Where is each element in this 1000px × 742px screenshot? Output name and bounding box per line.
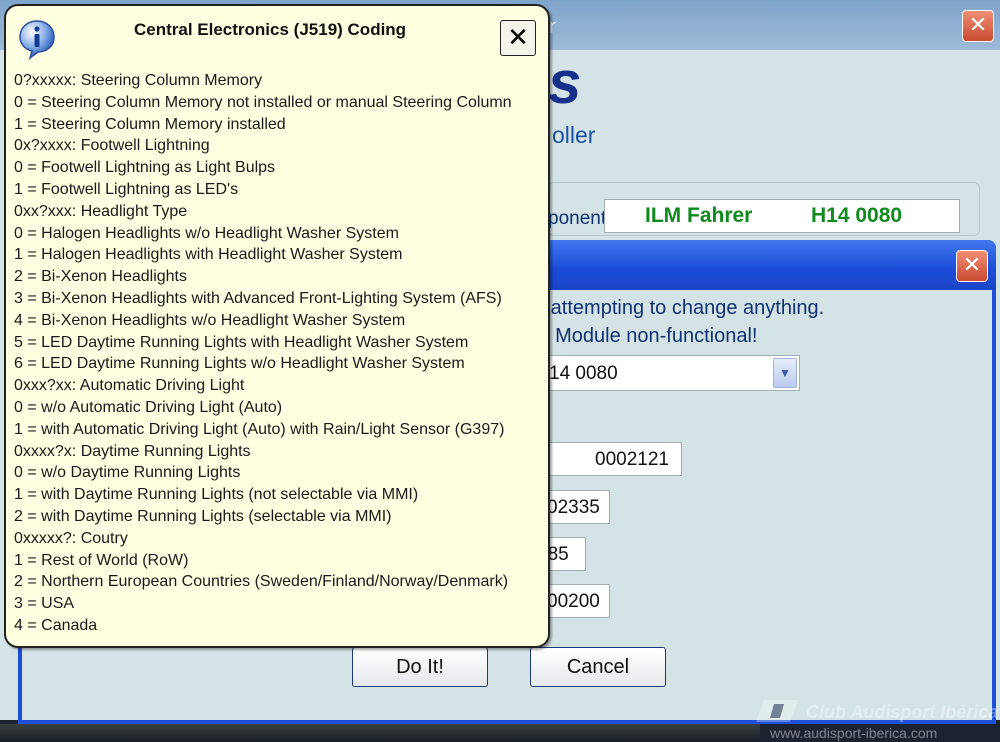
watermark-logo-icon (756, 700, 798, 722)
component-part-number: H14 0080 (811, 204, 903, 227)
tooltip-line: 0 = Halogen Headlights w/o Headlight Was… (14, 224, 399, 242)
main-close-button[interactable]: ✕ (962, 10, 994, 42)
tooltip-line: 4 = Canada (14, 616, 98, 634)
module-select[interactable]: 14 0080 ▼ (532, 355, 800, 391)
app-subtitle: oller (552, 122, 596, 148)
watermark-url: www.audisport-iberica.com (770, 725, 938, 741)
desktop-strip (0, 724, 760, 742)
tooltip-line: 1 = Halogen Headlights with Headlight Wa… (14, 246, 403, 264)
warning-text-line2: ol Module non-functional! (534, 325, 758, 347)
tooltip-line: 0 = Steering Column Memory not installed… (14, 93, 512, 111)
tooltip-line: 2 = with Daytime Running Lights (selecta… (14, 507, 392, 525)
tooltip-line: 0x?xxxx: Footwell Lightning (14, 137, 210, 155)
tooltip-lines: 0?xxxxx: Steering Column Memory 0 = Steer… (14, 70, 512, 637)
warning-text-line1: e attempting to change anything. (534, 297, 825, 319)
tooltip-close-button[interactable]: ✕ (500, 20, 536, 56)
tooltip-line: 3 = USA (14, 595, 75, 613)
tooltip-line: 6 = LED Daytime Running Lights w/o Headl… (14, 355, 465, 373)
component-label: ponent: (548, 208, 612, 229)
coding-field-1[interactable]: 0002121 (532, 442, 682, 476)
tooltip-line: 1 = with Automatic Driving Light (Auto) … (14, 420, 505, 438)
tooltip-line: 1 = with Daytime Running Lights (not sel… (14, 486, 419, 504)
tooltip-line: 1 = Rest of World (RoW) (14, 551, 189, 569)
watermark-text: Club Audisport Ibérica (806, 702, 999, 722)
component-display: ILM Fahrer H14 0080 (604, 199, 960, 233)
tooltip-title: Central Electronics (J519) Coding (134, 20, 407, 39)
tooltip-line: 0xxxxx?: Coutry (14, 529, 128, 547)
cancel-button[interactable]: Cancel (530, 647, 666, 687)
tooltip-line: 3 = Bi-Xenon Headlights with Advanced Fr… (14, 289, 502, 307)
info-icon (19, 20, 55, 60)
tooltip-line: 0?xxxxx: Steering Column Memory (14, 72, 263, 89)
tooltip-line: 0 = w/o Automatic Driving Light (Auto) (14, 398, 283, 416)
tooltip-line: 1 = Steering Column Memory installed (14, 115, 286, 133)
close-icon: ✕ (962, 253, 982, 278)
tooltip-line: 5 = LED Daytime Running Lights with Head… (14, 333, 469, 351)
chevron-down-icon[interactable]: ▼ (773, 358, 797, 388)
coding-help-tooltip: Central Electronics (J519) Coding ✕ 0?xx… (4, 4, 550, 648)
tooltip-line: 0xxx?xx: Automatic Driving Light (14, 377, 245, 395)
coding-close-button[interactable]: ✕ (956, 250, 988, 282)
tooltip-line: 2 = Bi-Xenon Headlights (14, 268, 187, 286)
tooltip-line: 0xxxx?x: Daytime Running Lights (14, 442, 251, 460)
tooltip-line: 0xx?xxx: Headlight Type (14, 202, 188, 220)
module-select-value: 14 0080 (549, 363, 618, 384)
tooltip-line: 0 = Footwell Lightning as Light Bulps (14, 159, 276, 177)
close-icon: ✕ (968, 13, 988, 38)
tooltip-line: 4 = Bi-Xenon Headlights w/o Headlight Wa… (14, 311, 406, 329)
tooltip-line: 0 = w/o Daytime Running Lights (14, 464, 241, 482)
app-logo-text: s (548, 49, 582, 116)
close-icon: ✕ (507, 23, 529, 53)
do-it-button[interactable]: Do It! (352, 647, 488, 687)
component-name: ILM Fahrer (645, 204, 753, 227)
tooltip-line: 1 = Footwell Lightning as LED's (14, 180, 239, 198)
tooltip-line: 2 = Northern European Countries (Sweden/… (14, 573, 509, 591)
